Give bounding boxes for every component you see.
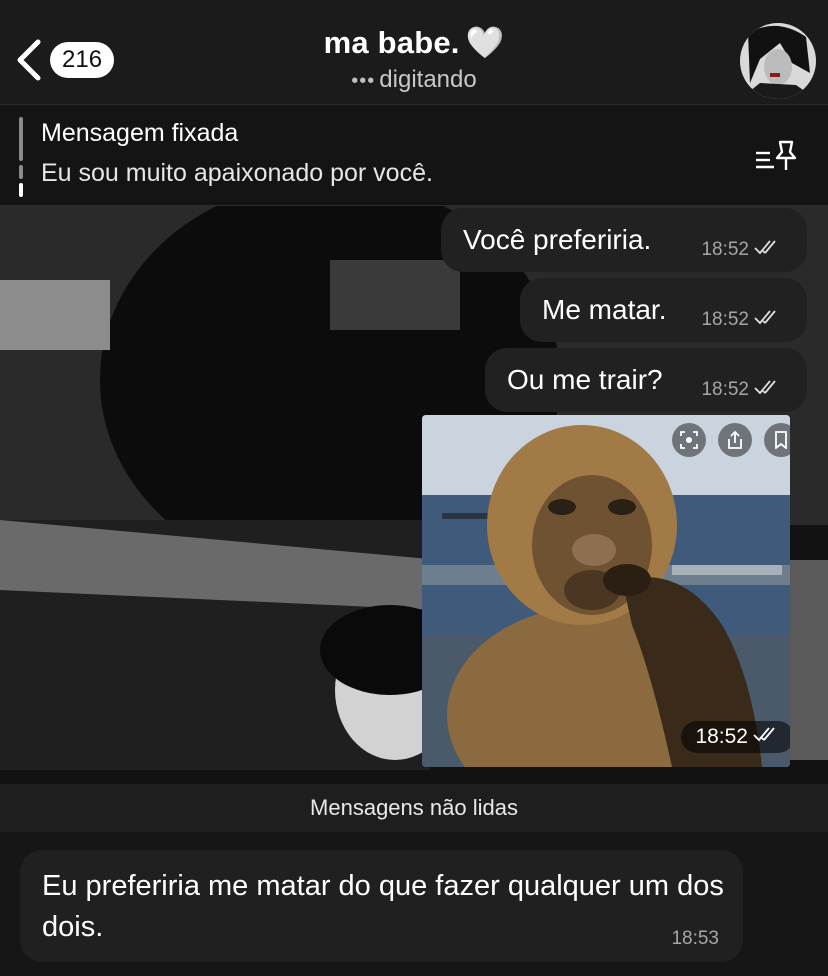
photo-message[interactable]: 18:52 [422, 415, 790, 767]
unread-divider: Mensagens não lidas [0, 784, 828, 832]
read-ticks-icon [753, 238, 783, 262]
heart-emoji: 🤍 [465, 25, 505, 60]
read-ticks-icon [752, 725, 782, 749]
read-ticks-icon [753, 378, 783, 402]
pinned-text: Eu sou muito apaixonado por você. [41, 159, 433, 187]
typing-status: ••• digitando [0, 66, 828, 94]
message-time: 18:53 [671, 928, 719, 949]
monkey-photo [422, 415, 790, 767]
message-text: Você preferiria. [463, 224, 652, 255]
share-icon[interactable] [718, 423, 752, 457]
message-time: 18:52 [701, 309, 749, 330]
typing-dots-icon: ••• [351, 70, 376, 92]
bookmark-icon[interactable] [764, 423, 790, 457]
incoming-message[interactable]: Eu preferiria me matar do que fazer qual… [20, 850, 743, 962]
scan-icon[interactable] [672, 423, 706, 457]
outgoing-message[interactable]: Você preferiria. 18:52 [441, 208, 807, 272]
pinned-message-bar[interactable]: Mensagem fixada Eu sou muito apaixonado … [0, 104, 828, 206]
chat-title[interactable]: ma babe. 🤍 [0, 24, 828, 61]
status-text: digitando [379, 66, 477, 93]
message-text: Eu preferiria me matar do que fazer qual… [42, 870, 724, 943]
message-meta: 18:52 [701, 238, 783, 262]
read-ticks-icon [753, 308, 783, 332]
pinned-indicator [19, 117, 23, 197]
photo-actions [672, 423, 790, 457]
message-text: Ou me trair? [507, 364, 663, 395]
photo-timestamp: 18:52 [681, 721, 790, 753]
pin-list-icon[interactable] [754, 139, 798, 178]
message-time: 18:52 [695, 725, 748, 748]
message-meta: 18:52 [701, 308, 783, 332]
message-time: 18:52 [701, 379, 749, 400]
message-time: 18:52 [701, 239, 749, 260]
contact-name: ma babe. [323, 25, 460, 60]
pinned-label: Mensagem fixada [41, 119, 239, 147]
avatar[interactable] [740, 23, 816, 99]
outgoing-message[interactable]: Me matar. 18:52 [520, 278, 807, 342]
outgoing-message[interactable]: Ou me trair? 18:52 [485, 348, 807, 412]
chat-header: 216 ma babe. 🤍 ••• digitando [0, 0, 828, 104]
message-meta: 18:52 [701, 378, 783, 402]
message-text: Me matar. [542, 294, 667, 325]
